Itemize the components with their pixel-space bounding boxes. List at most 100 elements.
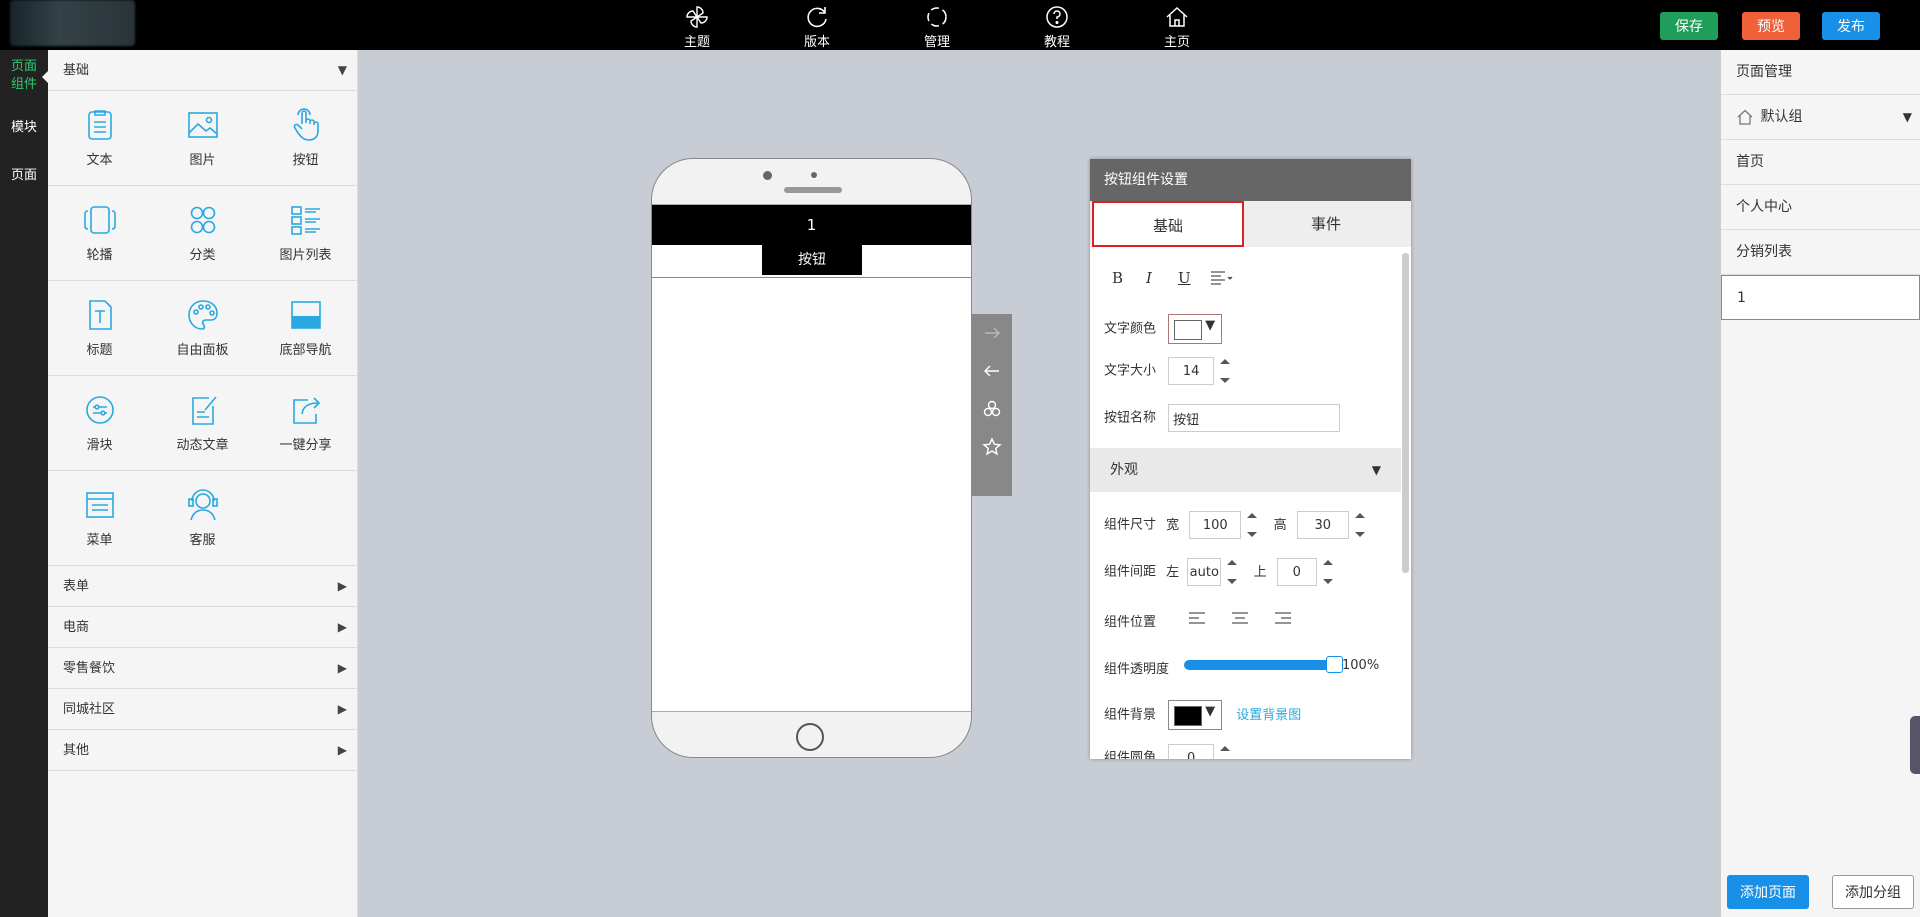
nav-tutorial[interactable]: 教程 [1027, 2, 1087, 50]
slider-icon [85, 396, 114, 424]
group-basic[interactable]: 基础 ▼ [48, 50, 357, 91]
edge-widget[interactable] [1910, 716, 1920, 774]
component-bottom-nav[interactable]: 底部导航 [254, 281, 357, 376]
background-row: 组件背景 ▼ 设置背景图 [1104, 700, 1301, 730]
add-group-button[interactable]: 添加分组 [1832, 875, 1914, 909]
group-retail-dining[interactable]: 零售餐饮 ▶ [48, 648, 357, 689]
width-label: 宽 [1166, 517, 1180, 533]
publish-button[interactable]: 发布 [1822, 12, 1880, 40]
tab-event[interactable]: 事件 [1250, 201, 1402, 247]
refresh-icon [807, 7, 827, 28]
settings-scrollbar[interactable] [1402, 253, 1409, 573]
menu-icon [85, 492, 114, 518]
tab-pages[interactable]: 页面 [0, 164, 48, 184]
component-slider[interactable]: 滑块 [48, 376, 151, 471]
component-carousel[interactable]: 轮播 [48, 186, 151, 281]
button-settings-panel: 按钮组件设置 基础 事件 B I U 文字颜色 ▼ 文字大小 按钮名称 外观 ▼… [1090, 159, 1411, 759]
text-color-swatch [1174, 320, 1203, 340]
tab-basic[interactable]: 基础 [1092, 201, 1244, 247]
text-icon [87, 110, 112, 140]
background-color-picker[interactable]: ▼ [1168, 700, 1223, 730]
left-spacing-stepper[interactable] [1225, 558, 1239, 586]
phone-screen[interactable]: 1 按钮 [652, 204, 971, 712]
italic-button[interactable]: I [1146, 269, 1152, 287]
tab-modules[interactable]: 模块 [0, 116, 48, 136]
component-free-panel[interactable]: 自由面板 [151, 281, 254, 376]
preview-button[interactable]: 预览 [1742, 12, 1800, 40]
save-button[interactable]: 保存 [1660, 12, 1718, 40]
button-name-input[interactable] [1168, 404, 1341, 432]
text-size-stepper[interactable] [1218, 357, 1232, 385]
phone-camera [763, 171, 772, 180]
page-item-1[interactable]: 1 [1721, 275, 1920, 320]
group-other-label: 其他 [63, 743, 90, 758]
underline-button[interactable]: U [1178, 269, 1191, 287]
set-background-image-link[interactable]: 设置背景图 [1236, 708, 1301, 723]
component-text[interactable]: 文本 [48, 91, 151, 186]
nav-home[interactable]: 主页 [1147, 2, 1207, 50]
align-dropdown[interactable] [1210, 269, 1234, 289]
align-right-icon[interactable] [1274, 611, 1292, 625]
nav-manage[interactable]: 管理 [907, 2, 967, 50]
component-image-list[interactable]: 图片列表 [254, 186, 357, 281]
caret-right-icon: ▶ [337, 620, 347, 634]
align-left-icon [1211, 271, 1233, 285]
nav-version[interactable]: 版本 [787, 2, 847, 50]
page-item-distribution-list[interactable]: 分销列表 [1721, 230, 1920, 275]
home-icon [1166, 6, 1188, 27]
align-center-icon[interactable] [1231, 611, 1249, 625]
group-ecommerce[interactable]: 电商 ▶ [48, 607, 357, 648]
component-button[interactable]: 按钮 [254, 91, 357, 186]
phone-button-component[interactable]: 按钮 [762, 245, 862, 275]
button-name-label: 按钮名称 [1104, 410, 1157, 426]
text-size-input[interactable] [1168, 357, 1215, 385]
move-back-tool[interactable] [972, 352, 1012, 390]
left-spacing-input[interactable] [1187, 558, 1222, 586]
component-category[interactable]: 分类 [151, 186, 254, 281]
tool-strip [972, 314, 1012, 496]
group-local-community[interactable]: 同城社区 ▶ [48, 689, 357, 730]
width-input[interactable] [1189, 511, 1242, 539]
align-left-icon[interactable] [1188, 611, 1206, 625]
page-group-dropdown[interactable]: 默认组 ▼ [1721, 95, 1920, 140]
height-stepper[interactable] [1353, 511, 1367, 539]
rounded-input[interactable] [1168, 744, 1215, 759]
move-forward-tool[interactable] [972, 314, 1012, 352]
tab-page-components[interactable]: 页面 组件 [0, 56, 49, 96]
layers-tool[interactable] [972, 390, 1012, 428]
opacity-slider[interactable] [1184, 656, 1343, 673]
size-label: 组件尺寸 [1104, 517, 1157, 533]
caret-down-icon: ▼ [1371, 463, 1381, 477]
bottom-nav-icon [290, 301, 321, 329]
button-name-row: 按钮名称 [1104, 404, 1341, 432]
text-color-picker[interactable]: ▼ [1168, 314, 1223, 344]
page-item-home[interactable]: 首页 [1721, 140, 1920, 185]
component-button-label: 按钮 [292, 153, 319, 168]
favorite-tool[interactable] [972, 428, 1012, 466]
component-article[interactable]: 动态文章 [151, 376, 254, 471]
component-free-panel-label: 自由面板 [176, 343, 229, 358]
opacity-slider-handle[interactable] [1326, 656, 1343, 673]
group-other[interactable]: 其他 ▶ [48, 730, 357, 771]
top-spacing-stepper[interactable] [1321, 558, 1335, 586]
spacing-row: 组件间距 左 上 [1104, 558, 1335, 586]
nav-theme[interactable]: 主题 [667, 2, 727, 50]
height-input[interactable] [1296, 511, 1349, 539]
component-share[interactable]: 一键分享 [254, 376, 357, 471]
page-item-personal-center[interactable]: 个人中心 [1721, 185, 1920, 230]
add-page-button[interactable]: 添加页面 [1727, 875, 1809, 909]
rounded-stepper[interactable] [1218, 744, 1232, 759]
palette-icon [187, 300, 218, 330]
top-spacing-input[interactable] [1276, 558, 1317, 586]
component-image[interactable]: 图片 [151, 91, 254, 186]
component-customer-service[interactable]: 客服 [151, 471, 254, 566]
width-stepper[interactable] [1245, 511, 1259, 539]
bold-button[interactable]: B [1112, 269, 1123, 287]
phone-sensor [811, 172, 817, 178]
nav-theme-label: 主题 [683, 35, 710, 50]
component-menu[interactable]: 菜单 [48, 471, 151, 566]
component-title[interactable]: 标题 [48, 281, 151, 376]
left-tab-bar: 页面 组件 模块 页面 [0, 50, 49, 917]
group-form[interactable]: 表单 ▶ [48, 566, 357, 607]
appearance-section[interactable]: 外观 ▼ [1090, 448, 1401, 492]
